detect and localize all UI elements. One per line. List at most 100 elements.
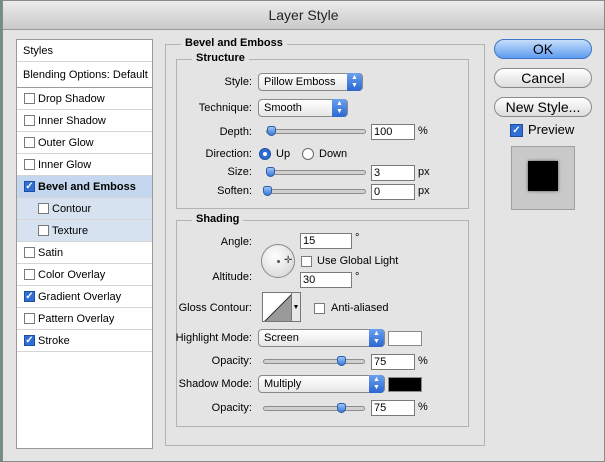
technique-select-value: Smooth <box>264 102 302 114</box>
angle-label: Angle: <box>220 236 252 248</box>
angle-dial-center-icon <box>277 260 280 263</box>
highlight-opacity-field[interactable]: 75 <box>371 354 415 370</box>
highlight-color-swatch[interactable] <box>388 331 422 346</box>
styles-header[interactable]: Styles <box>17 40 152 62</box>
size-slider[interactable] <box>266 167 366 177</box>
shadow-opacity-label: Opacity: <box>211 402 252 414</box>
shadow-opacity-slider[interactable] <box>263 403 365 413</box>
style-item-label: Outer Glow <box>38 137 94 149</box>
style-item-pattern-overlay[interactable]: Pattern Overlay <box>17 308 152 330</box>
depth-slider[interactable] <box>266 126 366 136</box>
direction-down-radio[interactable] <box>302 148 314 160</box>
style-item-contour[interactable]: Contour <box>17 198 152 220</box>
style-checkbox[interactable] <box>38 225 49 236</box>
blending-options-item[interactable]: Blending Options: Default <box>17 62 152 88</box>
style-item-drop-shadow[interactable]: Drop Shadow <box>17 88 152 110</box>
new-style-button[interactable]: New Style... <box>494 97 592 117</box>
style-item-gradient-overlay[interactable]: ✓ Gradient Overlay <box>17 286 152 308</box>
style-item-inner-glow[interactable]: Inner Glow <box>17 154 152 176</box>
altitude-unit: ° <box>355 271 360 283</box>
soften-field[interactable]: 0 <box>371 184 415 200</box>
technique-label: Technique: <box>198 102 252 114</box>
layer-style-dialog: Layer Style Styles Blending Options: Def… <box>2 0 605 462</box>
style-item-satin[interactable]: Satin <box>17 242 152 264</box>
size-slider-thumb[interactable] <box>266 167 275 177</box>
style-checkbox[interactable]: ✓ <box>24 181 35 192</box>
style-checkbox[interactable] <box>24 137 35 148</box>
bevel-emboss-title: Bevel and Emboss <box>181 37 287 49</box>
style-label: Style: <box>224 76 252 88</box>
style-item-label: Stroke <box>38 335 70 347</box>
soften-slider[interactable] <box>263 186 366 196</box>
style-checkbox[interactable]: ✓ <box>24 291 35 302</box>
highlight-mode-value: Screen <box>264 332 299 344</box>
crosshair-icon: ✛ <box>284 255 293 266</box>
style-checkbox[interactable] <box>24 115 35 126</box>
shading-group <box>176 220 469 427</box>
style-select[interactable]: Pillow Emboss ▲ ▼ <box>258 73 363 91</box>
style-checkbox[interactable]: ✓ <box>24 335 35 346</box>
direction-up-radio[interactable] <box>259 148 271 160</box>
style-item-label: Bevel and Emboss <box>38 181 136 193</box>
shadow-opacity-thumb[interactable] <box>336 403 346 413</box>
depth-slider-thumb[interactable] <box>267 126 276 136</box>
dialog-title: Layer Style <box>3 1 604 30</box>
preview-swatch <box>528 161 558 191</box>
highlight-opacity-label: Opacity: <box>211 355 252 367</box>
direction-up-label: Up <box>276 148 291 160</box>
select-arrows-icon: ▲ ▼ <box>332 99 347 117</box>
style-item-stroke[interactable]: ✓ Stroke <box>17 330 152 352</box>
depth-label: Depth: <box>219 126 252 138</box>
style-preview <box>511 146 575 210</box>
soften-slider-thumb[interactable] <box>263 186 272 196</box>
shadow-opacity-field[interactable]: 75 <box>371 400 415 416</box>
style-item-label: Contour <box>52 203 92 215</box>
contour-dropdown-icon[interactable]: ▼ <box>292 292 301 322</box>
size-label: Size: <box>227 166 252 178</box>
altitude-label: Altitude: <box>212 271 252 283</box>
select-arrows-icon: ▲ ▼ <box>347 73 362 91</box>
style-select-value: Pillow Emboss <box>264 76 336 88</box>
altitude-field[interactable]: 30 <box>300 272 352 288</box>
depth-field[interactable]: 100 <box>371 124 415 140</box>
shadow-color-swatch[interactable] <box>388 377 422 392</box>
cancel-button[interactable]: Cancel <box>494 68 592 88</box>
gloss-contour-picker[interactable] <box>262 292 292 322</box>
style-checkbox[interactable] <box>24 93 35 104</box>
style-item-inner-shadow[interactable]: Inner Shadow <box>17 110 152 132</box>
style-item-bevel-and-emboss[interactable]: ✓ Bevel and Emboss <box>17 176 152 198</box>
style-item-label: Texture <box>52 225 89 237</box>
highlight-opacity-unit: % <box>418 355 428 367</box>
highlight-mode-select[interactable]: Screen ▲ ▼ <box>258 329 385 347</box>
style-checkbox[interactable] <box>38 203 49 214</box>
ok-button[interactable]: OK <box>494 39 592 59</box>
select-arrows-icon: ▲ ▼ <box>369 329 384 347</box>
style-item-color-overlay[interactable]: Color Overlay <box>17 264 152 286</box>
anti-aliased-checkbox[interactable] <box>314 303 325 314</box>
angle-unit: ° <box>355 232 360 244</box>
style-item-label: Drop Shadow <box>38 93 105 105</box>
highlight-opacity-slider[interactable] <box>263 356 365 366</box>
direction-down-label: Down <box>319 148 348 160</box>
style-checkbox[interactable] <box>24 159 35 170</box>
style-item-label: Inner Glow <box>38 159 92 171</box>
shadow-mode-label: Shadow Mode: <box>178 378 252 390</box>
preview-checkbox[interactable]: ✓ <box>510 124 523 137</box>
style-item-outer-glow[interactable]: Outer Glow <box>17 132 152 154</box>
styles-list: Styles Blending Options: Default Drop Sh… <box>16 39 153 449</box>
shadow-mode-select[interactable]: Multiply ▲ ▼ <box>258 375 385 393</box>
highlight-opacity-thumb[interactable] <box>336 356 346 366</box>
style-checkbox[interactable] <box>24 247 35 258</box>
style-checkbox[interactable] <box>24 269 35 280</box>
highlight-mode-label: Highlight Mode: <box>175 332 252 344</box>
global-light-checkbox[interactable] <box>301 256 312 267</box>
size-field[interactable]: 3 <box>371 165 415 181</box>
style-checkbox[interactable] <box>24 313 35 324</box>
style-item-label: Color Overlay <box>38 269 106 281</box>
structure-title: Structure <box>192 52 249 64</box>
style-item-texture[interactable]: Texture <box>17 220 152 242</box>
style-item-label: Satin <box>38 247 64 259</box>
angle-field[interactable]: 15 <box>300 233 352 249</box>
technique-select[interactable]: Smooth ▲ ▼ <box>258 99 348 117</box>
size-unit: px <box>418 166 430 178</box>
